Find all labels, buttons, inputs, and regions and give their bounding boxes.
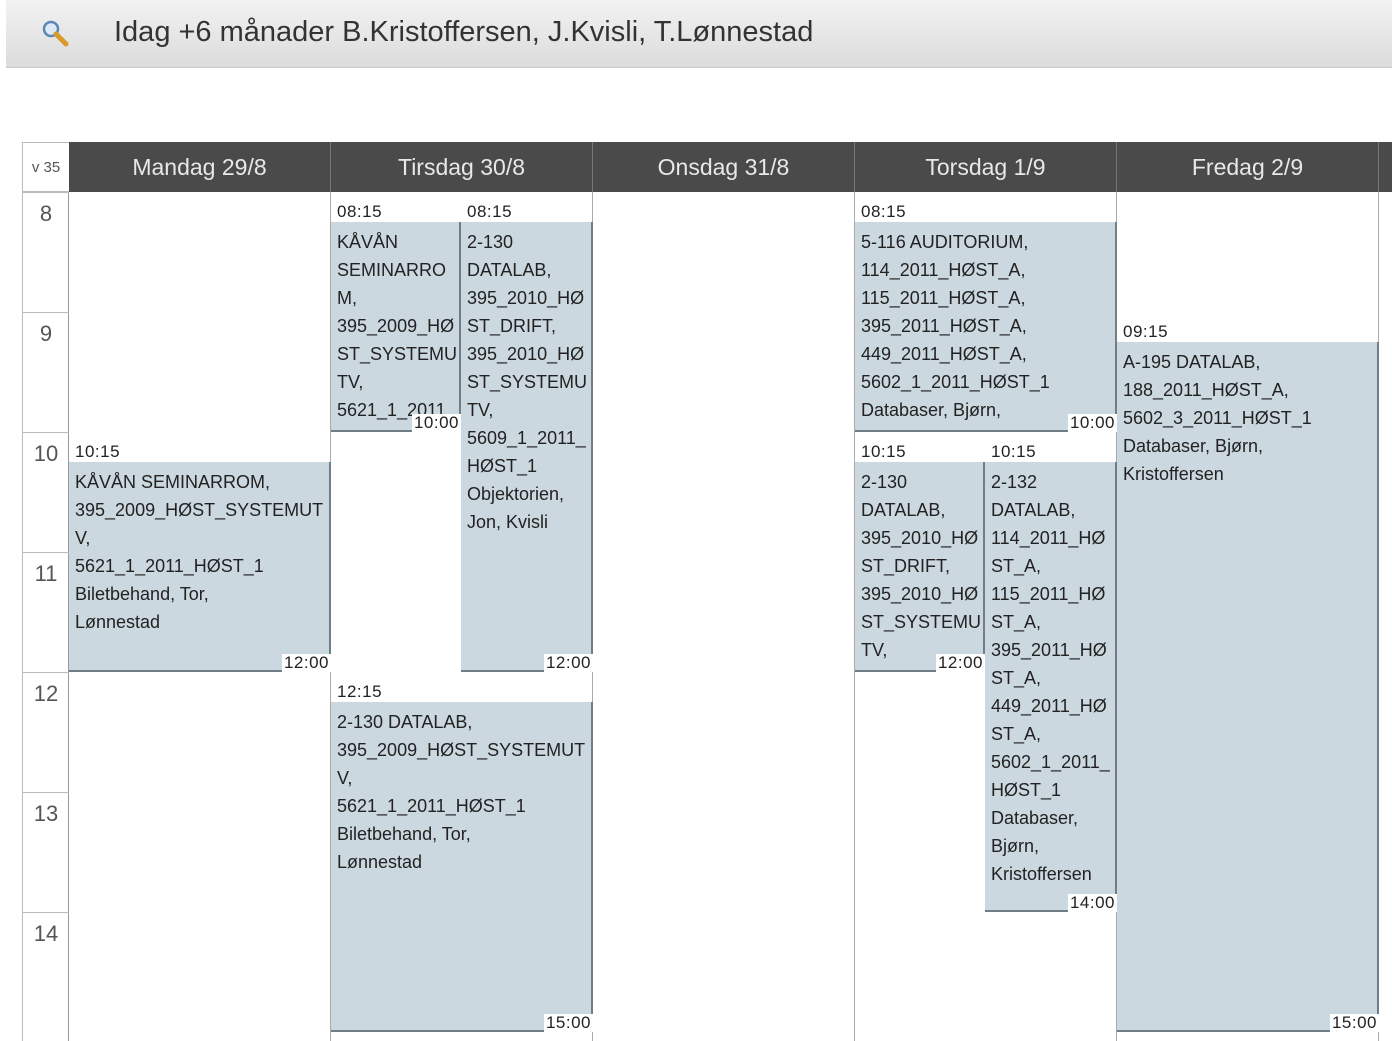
day-header-monday[interactable]: Mandag 29/8 (69, 142, 331, 192)
hour-label: 14 (23, 912, 69, 1032)
event-end-time: 14:00 (1067, 893, 1117, 912)
event-end-time: 15:00 (543, 1013, 593, 1032)
day-header-thursday[interactable]: Torsdag 1/9 (855, 142, 1117, 192)
event-start-time: 08:15 (855, 202, 913, 222)
event-block[interactable]: 08:15 2-130 DATALAB, 395_2010_HØST_DRIFT… (461, 202, 593, 672)
event-description: KÅVÅN SEMINARROM, 395_2009_HØST_SYSTEMUT… (337, 232, 458, 430)
hour-label: 8 (23, 192, 69, 312)
event-block[interactable]: 10:15 KÅVÅN SEMINARROM, 395_2009_HØST_SY… (69, 442, 331, 672)
event-description: 2-130 DATALAB, 395_2009_HØST_SYSTEMUTV, … (337, 712, 586, 872)
event-block[interactable]: 12:15 2-130 DATALAB, 395_2009_HØST_SYSTE… (331, 682, 593, 1032)
hour-label: 9 (23, 312, 69, 432)
event-description: A-195 DATALAB, 188_2011_HØST_A, 5602_3_2… (1123, 352, 1312, 484)
hour-label: 10 (23, 432, 69, 552)
day-column-monday[interactable]: 10:15 KÅVÅN SEMINARROM, 395_2009_HØST_SY… (69, 192, 331, 1041)
event-description: KÅVÅN SEMINARROM, 395_2009_HØST_SYSTEMUT… (75, 472, 324, 632)
day-column-wednesday[interactable] (593, 192, 855, 1041)
event-start-time: 08:15 (461, 202, 519, 222)
event-end-time: 12:00 (935, 653, 985, 672)
event-end-time: 10:00 (1067, 413, 1117, 432)
day-column-tuesday[interactable]: 08:15 KÅVÅN SEMINARROM, 395_2009_HØST_SY… (331, 192, 593, 1041)
hour-column: 8 9 10 11 12 13 14 (22, 192, 69, 1041)
event-start-time: 09:15 (1117, 322, 1175, 342)
event-description: 5-116 AUDITORIUM, 114_2011_HØST_A, 115_2… (861, 232, 1050, 420)
event-end-time: 12:00 (281, 653, 331, 672)
event-end-time: 15:00 (1329, 1013, 1379, 1032)
week-number: v 35 (22, 142, 69, 192)
day-column-friday[interactable]: 09:15 A-195 DATALAB, 188_2011_HØST_A, 56… (1117, 192, 1379, 1041)
event-start-time: 08:15 (331, 202, 389, 222)
event-block[interactable]: 08:15 5-116 AUDITORIUM, 114_2011_HØST_A,… (855, 202, 1117, 432)
event-start-time: 10:15 (985, 442, 1043, 462)
event-block[interactable]: 10:15 2-132 DATALAB, 114_2011_HØST_A, 11… (985, 442, 1117, 912)
week-calendar: v 35 Mandag 29/8 Tirsdag 30/8 Onsdag 31/… (22, 142, 1392, 1041)
event-start-time: 10:15 (855, 442, 913, 462)
event-block[interactable]: 08:15 KÅVÅN SEMINARROM, 395_2009_HØST_SY… (331, 202, 461, 432)
hour-label: 11 (23, 552, 69, 672)
event-end-time: 10:00 (411, 413, 461, 432)
day-header-tuesday[interactable]: Tirsdag 30/8 (331, 142, 593, 192)
search-icon[interactable] (40, 18, 70, 48)
day-column-thursday[interactable]: 08:15 5-116 AUDITORIUM, 114_2011_HØST_A,… (855, 192, 1117, 1041)
hour-label: 13 (23, 792, 69, 912)
event-end-time: 12:00 (543, 653, 593, 672)
header-bar: Idag +6 månader B.Kristoffersen, J.Kvisl… (6, 0, 1392, 68)
event-start-time: 12:15 (331, 682, 389, 702)
page-title: Idag +6 månader B.Kristoffersen, J.Kvisl… (114, 16, 814, 48)
hour-label: 12 (23, 672, 69, 792)
event-start-time: 10:15 (69, 442, 127, 462)
day-header-overflow (1379, 142, 1392, 192)
event-description: 2-130 DATALAB, 395_2010_HØST_DRIFT, 395_… (861, 472, 982, 660)
day-header-friday[interactable]: Fredag 2/9 (1117, 142, 1379, 192)
event-block[interactable]: 10:15 2-130 DATALAB, 395_2010_HØST_DRIFT… (855, 442, 985, 672)
event-block[interactable]: 09:15 A-195 DATALAB, 188_2011_HØST_A, 56… (1117, 322, 1379, 1032)
event-description: 2-132 DATALAB, 114_2011_HØST_A, 115_2011… (991, 472, 1110, 884)
day-header-wednesday[interactable]: Onsdag 31/8 (593, 142, 855, 192)
event-description: 2-130 DATALAB, 395_2010_HØST_DRIFT, 395_… (467, 232, 588, 532)
